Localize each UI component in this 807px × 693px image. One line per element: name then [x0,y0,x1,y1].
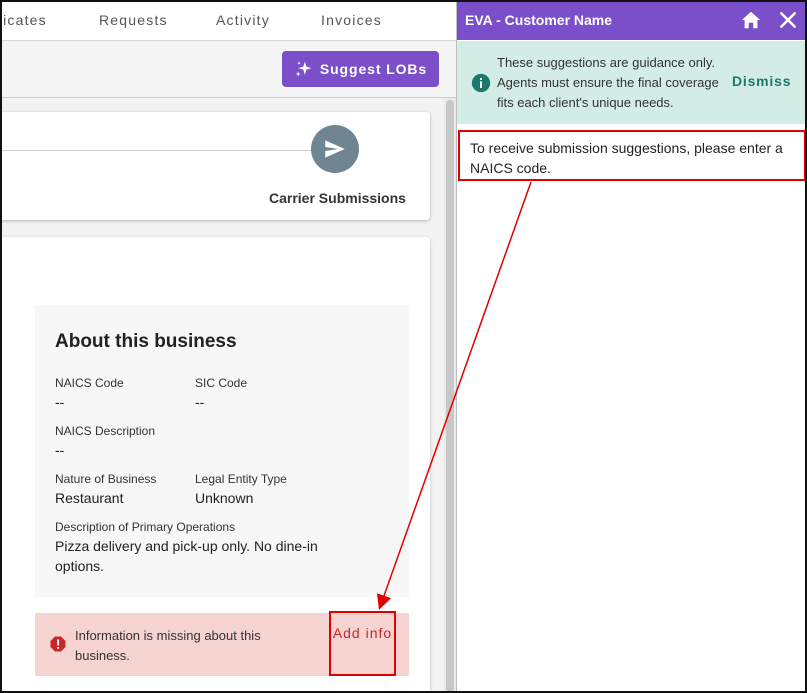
add-info-button[interactable]: Add info [329,611,396,676]
guidance-notice: These suggestions are guidance only. Age… [457,41,806,124]
tab-requests[interactable]: Requests [99,12,168,28]
legal-entity-type-value: Unknown [195,490,254,506]
submission-steps-card: n Carrier Submissions [0,112,430,220]
naics-code-value: -- [55,394,65,410]
home-icon[interactable] [740,9,762,31]
error-icon [50,636,66,652]
carrier-submissions-label: Carrier Submissions [269,190,406,206]
eva-panel: EVA - Customer Name These suggestions ar… [456,0,807,693]
tab-certificates[interactable]: ficates [0,12,47,28]
naics-required-message: To receive submission suggestions, pleas… [458,130,806,181]
primary-operations-value: Pizza delivery and pick-up only. No dine… [55,538,318,574]
info-icon [471,73,491,93]
guidance-text: These suggestions are guidance only. Age… [497,55,719,110]
dismiss-button[interactable]: Dismiss [732,73,791,89]
sparkle-icon [295,61,312,77]
naics-description-label: NAICS Description [55,424,156,438]
sic-code-value: -- [195,394,205,410]
close-icon[interactable] [778,10,798,30]
step-connector [0,150,315,151]
send-icon [325,140,345,158]
alert-message: Information is missing about this busine… [75,628,261,663]
suggest-lobs-button[interactable]: Suggest LOBs [282,51,439,87]
primary-operations-label: Description of Primary Operations [55,520,236,534]
eva-header: EVA - Customer Name [457,0,807,40]
tab-invoices[interactable]: Invoices [321,12,382,28]
naics-description-value: -- [55,442,65,458]
tab-bar: ficates Requests Activity Invoices [0,0,456,41]
naics-code-label: NAICS Code [55,376,124,390]
suggest-lobs-label: Suggest LOBs [319,61,428,77]
section-title: About this business [55,331,237,352]
main-content: ficates Requests Activity Invoices Sugge… [0,0,456,693]
tab-activity[interactable]: Activity [216,12,270,28]
step-label-partial: n [0,190,1,206]
carrier-submissions-step[interactable] [311,125,359,173]
eva-title: EVA - Customer Name [465,12,613,28]
scrollbar-thumb[interactable] [446,100,454,693]
about-business-section: About this business NAICS Code -- SIC Co… [35,305,409,597]
sic-code-label: SIC Code [195,376,248,390]
nature-of-business-label: Nature of Business [55,472,157,486]
missing-info-alert: Information is missing about this busine… [35,611,409,676]
nature-of-business-value: Restaurant [55,490,124,506]
toolbar: Suggest LOBs [0,42,456,98]
legal-entity-type-label: Legal Entity Type [195,472,287,486]
